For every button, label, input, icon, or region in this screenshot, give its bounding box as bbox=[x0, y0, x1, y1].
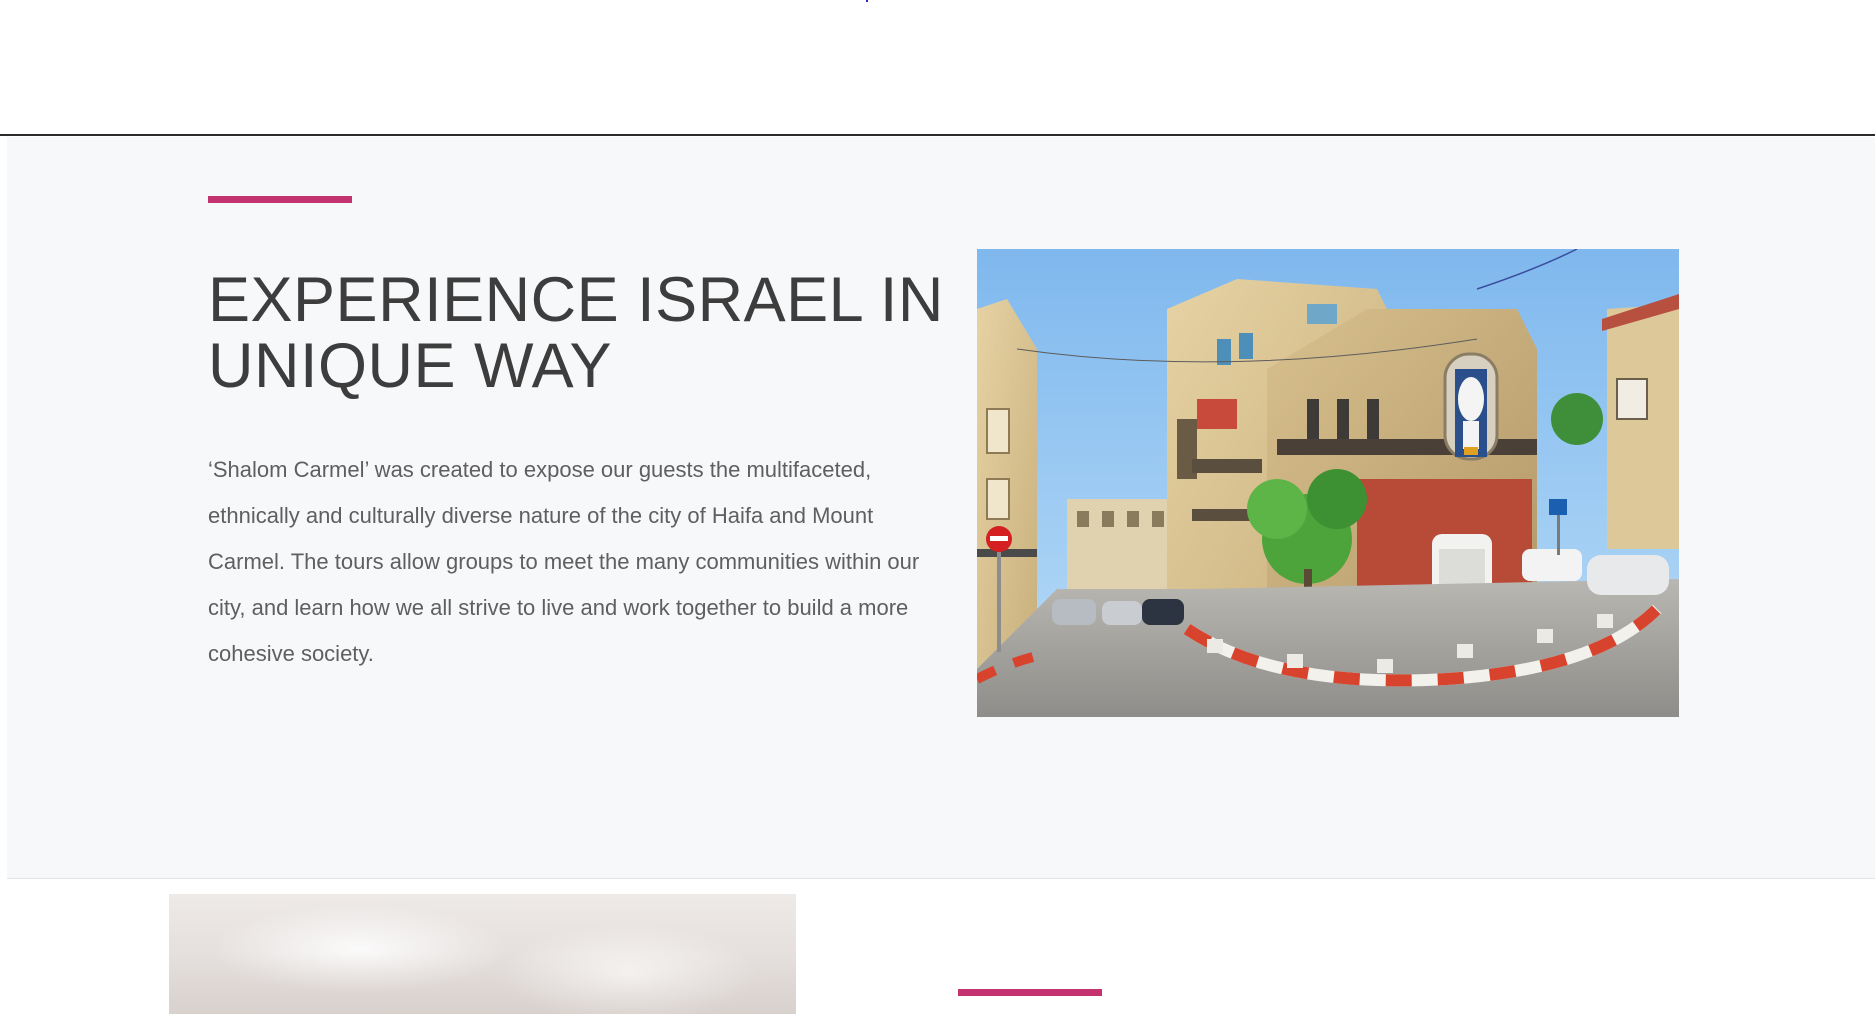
intro-section: EXPERIENCE ISRAEL IN UNIQUE WAY ‘Shalom … bbox=[7, 137, 1875, 879]
haifa-street-photo bbox=[977, 249, 1679, 717]
page: EXPERIENCE ISRAEL IN UNIQUE WAY ‘Shalom … bbox=[0, 0, 1875, 1014]
street-photo-illustration bbox=[977, 249, 1679, 717]
section-accent-bar bbox=[208, 196, 352, 203]
intro-paragraph: ‘Shalom Carmel’ was created to expose ou… bbox=[208, 457, 920, 666]
header-area bbox=[0, 0, 1875, 135]
intro-heading: EXPERIENCE ISRAEL IN UNIQUE WAY bbox=[208, 265, 944, 401]
misty-photo bbox=[169, 894, 796, 1014]
nav-link-fragment[interactable] bbox=[866, 0, 868, 2]
section-accent-bar bbox=[958, 989, 1102, 996]
header-divider bbox=[0, 134, 1875, 136]
mist-shade bbox=[169, 954, 796, 1014]
